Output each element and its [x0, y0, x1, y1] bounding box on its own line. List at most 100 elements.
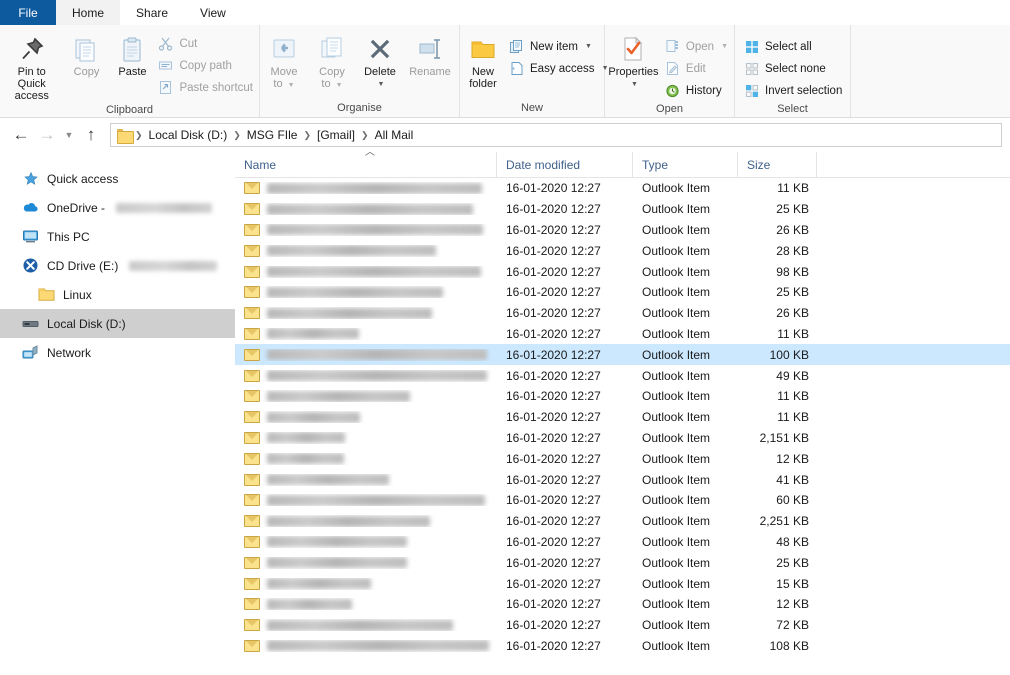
breadcrumb-item-gmail[interactable]: [Gmail] [312, 128, 360, 142]
ribbon-group-select: Select all Select none Invert selection … [735, 25, 851, 117]
file-name-cell [235, 327, 497, 340]
onedrive-cloud-icon [22, 199, 39, 216]
table-row[interactable]: 16-01-2020 12:27 Outlook Item 2,151 KB [235, 428, 1010, 449]
type-cell: Outlook Item [642, 202, 711, 217]
delete-button[interactable]: Delete ▼ [356, 29, 404, 91]
column-header-size[interactable]: Size [738, 151, 817, 178]
cut-button[interactable]: Cut [155, 33, 259, 54]
envelope-icon [244, 286, 260, 299]
tab-view[interactable]: View [184, 0, 242, 25]
breadcrumb-item-all-mail[interactable]: All Mail [370, 128, 419, 142]
sidebar-item-this-pc[interactable]: This PC [0, 222, 235, 251]
select-all-button[interactable]: Select all [741, 36, 848, 57]
type-cell: Outlook Item [642, 430, 711, 445]
open-button[interactable]: Open ▼ [662, 36, 734, 57]
table-row[interactable]: 16-01-2020 12:27 Outlook Item 2,251 KB [235, 511, 1010, 532]
easy-access-button[interactable]: Easy access ▼ [506, 58, 615, 79]
table-row[interactable]: 16-01-2020 12:27 Outlook Item 26 KB [235, 303, 1010, 324]
copy-to-button[interactable]: Copy to ▼ [308, 29, 356, 92]
redacted-file-name [267, 453, 344, 465]
table-row[interactable]: 16-01-2020 12:27 Outlook Item 41 KB [235, 469, 1010, 490]
copy-path-button[interactable]: Copy path [155, 55, 259, 76]
type-cell: Outlook Item [642, 306, 711, 321]
edit-button[interactable]: Edit [662, 58, 734, 79]
properties-button[interactable]: Properties ▼ [605, 29, 662, 91]
paste-button[interactable]: Paste [109, 29, 155, 78]
breadcrumb-item-msg-file[interactable]: MSG FIle [242, 128, 303, 142]
invert-selection-button[interactable]: Invert selection [741, 80, 848, 101]
copy-label: Copy [73, 66, 100, 78]
table-row[interactable]: 16-01-2020 12:27 Outlook Item 108 KB [235, 636, 1010, 657]
breadcrumb-item-local-disk[interactable]: Local Disk (D:) [144, 128, 233, 142]
ribbon-tab-bar: File Home Share View [0, 0, 1010, 25]
rename-button[interactable]: Rename [404, 29, 456, 78]
table-row[interactable]: 16-01-2020 12:27 Outlook Item 11 KB [235, 178, 1010, 199]
copy-button[interactable]: Copy [63, 29, 109, 78]
new-folder-button[interactable]: New folder [460, 29, 506, 90]
table-row[interactable]: 16-01-2020 12:27 Outlook Item 98 KB [235, 261, 1010, 282]
redacted-file-name [267, 328, 359, 340]
sidebar-item-network[interactable]: Network [0, 338, 235, 367]
table-row[interactable]: 16-01-2020 12:27 Outlook Item 26 KB [235, 220, 1010, 241]
table-row[interactable]: 16-01-2020 12:27 Outlook Item 48 KB [235, 532, 1010, 553]
envelope-icon [244, 390, 260, 403]
new-item-button[interactable]: New item ▼ [506, 36, 615, 57]
select-none-button[interactable]: Select none [741, 58, 848, 79]
pin-to-quick-access-button[interactable]: Pin to Quick access [0, 29, 63, 102]
column-header-type[interactable]: Type [633, 151, 738, 178]
table-row[interactable]: 16-01-2020 12:27 Outlook Item 12 KB [235, 594, 1010, 615]
date-modified-cell: 16-01-2020 12:27 [506, 285, 601, 300]
delete-icon [365, 32, 395, 66]
file-name-cell [235, 307, 497, 320]
table-row[interactable]: 16-01-2020 12:27 Outlook Item 28 KB [235, 240, 1010, 261]
column-header-date-modified[interactable]: Date modified [497, 151, 633, 178]
sidebar-item-local-disk-d[interactable]: Local Disk (D:) [0, 309, 235, 338]
table-row[interactable]: 16-01-2020 12:27 Outlook Item 15 KB [235, 573, 1010, 594]
table-row[interactable]: 16-01-2020 12:27 Outlook Item 11 KB [235, 386, 1010, 407]
table-row[interactable]: 16-01-2020 12:27 Outlook Item 60 KB [235, 490, 1010, 511]
main-area: Quick access OneDrive - This PC CD Drive… [0, 147, 1010, 653]
table-row[interactable]: 16-01-2020 12:27 Outlook Item 72 KB [235, 615, 1010, 636]
history-button[interactable]: History [662, 80, 734, 101]
paste-label: Paste [118, 66, 147, 78]
sidebar-item-onedrive[interactable]: OneDrive - [0, 193, 235, 222]
sidebar-item-quick-access[interactable]: Quick access [0, 164, 235, 193]
table-row[interactable]: 16-01-2020 12:27 Outlook Item 25 KB [235, 199, 1010, 220]
redacted-file-name [267, 286, 443, 298]
paste-shortcut-button[interactable]: Paste shortcut [155, 77, 259, 98]
table-row[interactable]: 16-01-2020 12:27 Outlook Item 12 KB [235, 448, 1010, 469]
forward-arrow-icon[interactable]: → [34, 122, 60, 148]
table-row[interactable]: 16-01-2020 12:27 Outlook Item 11 KB [235, 407, 1010, 428]
file-name-cell [235, 286, 497, 299]
breadcrumb-separator-icon: ❯ [303, 129, 311, 140]
size-cell: 98 KB [776, 264, 809, 279]
table-row[interactable]: 16-01-2020 12:27 Outlook Item 25 KB [235, 282, 1010, 303]
sidebar-item-linux[interactable]: Linux [0, 280, 235, 309]
envelope-icon [244, 369, 260, 382]
envelope-icon [244, 223, 260, 236]
table-row[interactable]: 16-01-2020 12:27 Outlook Item 11 KB [235, 324, 1010, 345]
ribbon-group-new: New folder New item ▼ Easy access ▼ New [460, 25, 609, 117]
table-row[interactable]: 16-01-2020 12:27 Outlook Item 100 KB [235, 344, 1010, 366]
type-cell: Outlook Item [642, 597, 711, 612]
sidebar-item-cd-drive[interactable]: CD Drive (E:) [0, 251, 235, 280]
back-arrow-icon[interactable]: ← [8, 122, 34, 148]
size-cell: 72 KB [776, 618, 809, 633]
scissors-icon [157, 35, 174, 52]
tab-file[interactable]: File [0, 0, 56, 25]
move-to-icon [269, 32, 299, 66]
paste-shortcut-label: Paste shortcut [179, 81, 253, 94]
redacted-file-name [267, 245, 436, 257]
size-cell: 41 KB [776, 472, 809, 487]
up-arrow-icon[interactable]: ↑ [78, 122, 104, 148]
breadcrumb[interactable]: ❯ Local Disk (D:) ❯ MSG FIle ❯ [Gmail] ❯… [110, 123, 1002, 147]
table-row[interactable]: 16-01-2020 12:27 Outlook Item 25 KB [235, 552, 1010, 573]
select-none-icon [743, 60, 760, 77]
recent-locations-chevron-down-icon[interactable]: ▼ [60, 122, 78, 148]
date-modified-cell: 16-01-2020 12:27 [506, 368, 601, 383]
move-to-button[interactable]: Move to ▼ [260, 29, 308, 92]
tab-share[interactable]: Share [120, 0, 184, 25]
rename-label: Rename [409, 66, 451, 78]
table-row[interactable]: 16-01-2020 12:27 Outlook Item 49 KB [235, 365, 1010, 386]
tab-home[interactable]: Home [56, 0, 121, 25]
